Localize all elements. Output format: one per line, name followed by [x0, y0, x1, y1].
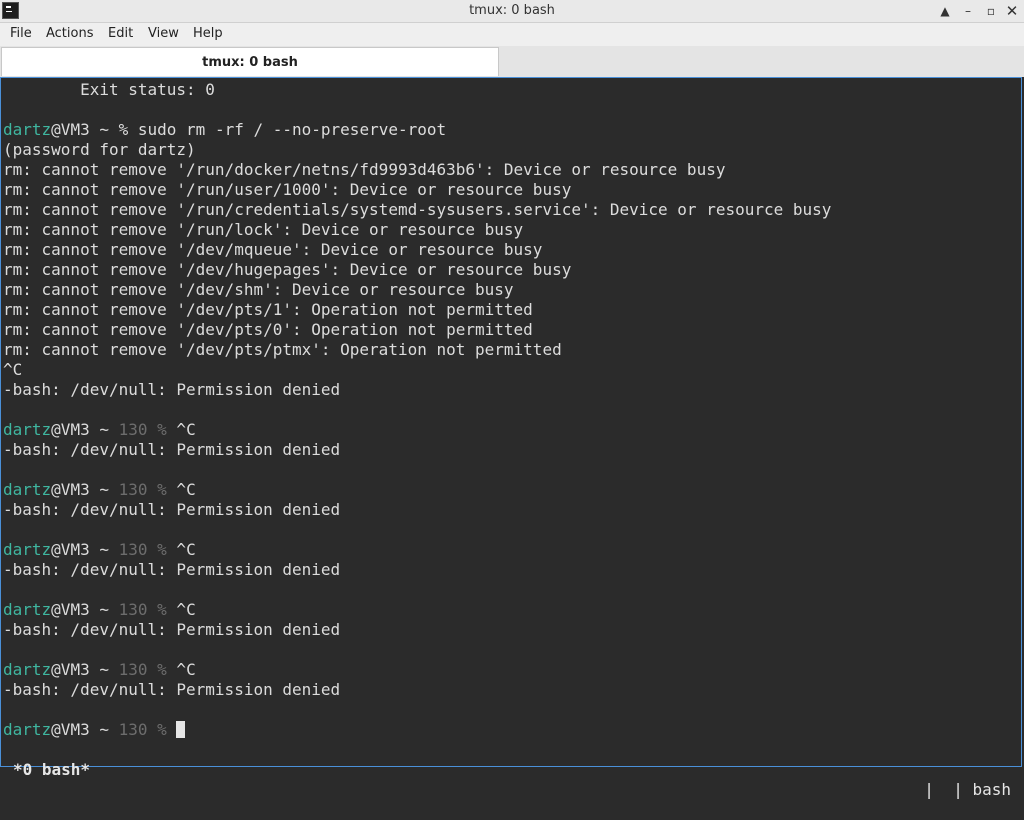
current-prompt-line[interactable]: dartz@VM3 ~ 130 %: [3, 720, 831, 740]
output-line: rm: cannot remove '/dev/pts/0': Operatio…: [3, 320, 533, 339]
exit-code: 130 %: [118, 720, 167, 739]
command-text: sudo rm -rf / --no-preserve-root: [128, 120, 447, 139]
output-line: -bash: /dev/null: Permission denied: [3, 620, 341, 639]
interrupt-text: ^C: [166, 540, 196, 559]
output-line: -bash: /dev/null: Permission denied: [3, 560, 341, 579]
prompt-host: @VM3 ~: [51, 720, 119, 739]
close-button[interactable]: ✕: [1003, 2, 1021, 20]
interrupt-text: ^C: [166, 420, 196, 439]
output-line: rm: cannot remove '/dev/shm': Device or …: [3, 280, 514, 299]
output-line: rm: cannot remove '/run/lock': Device or…: [3, 220, 524, 239]
menu-actions[interactable]: Actions: [46, 26, 94, 41]
output-line: -bash: /dev/null: Permission denied: [3, 680, 341, 699]
window-title: tmux: 0 bash: [469, 3, 555, 18]
tab-bar: tmux: 0 bash: [0, 46, 1024, 77]
prompt-host: @VM3 ~: [51, 600, 119, 619]
menu-bar: File Actions Edit View Help: [0, 23, 1024, 46]
prompt-line: dartz@VM3 ~ 130 % ^C: [3, 420, 831, 440]
terminal-output: Exit status: 0 dartz@VM3 ~ % sudo rm -rf…: [3, 80, 831, 740]
text-cursor: [176, 721, 186, 738]
keep-above-button[interactable]: ▲: [936, 2, 954, 20]
prompt-line: dartz@VM3 ~ 130 % ^C: [3, 540, 831, 560]
prompt-host: @VM3 ~: [51, 480, 119, 499]
output-line: rm: cannot remove '/run/user/1000': Devi…: [3, 180, 572, 199]
prompt-host: @VM3 ~: [51, 540, 119, 559]
output-line: -bash: /dev/null: Permission denied: [3, 380, 341, 399]
interrupt-text: ^C: [166, 600, 196, 619]
interrupt-text: ^C: [166, 660, 196, 679]
exit-code: 130 %: [118, 420, 167, 439]
terminal-view[interactable]: Exit status: 0 dartz@VM3 ~ % sudo rm -rf…: [0, 77, 1022, 799]
prompt-line: dartz@VM3 ~ % sudo rm -rf / --no-preserv…: [3, 120, 831, 140]
tab-tmux-bash[interactable]: tmux: 0 bash: [1, 47, 499, 76]
maximize-button[interactable]: ▫: [982, 2, 1000, 20]
prompt-symbol: %: [118, 120, 129, 139]
prompt-line: dartz@VM3 ~ 130 % ^C: [3, 480, 831, 500]
menu-edit[interactable]: Edit: [108, 26, 133, 41]
prompt-user: dartz: [3, 480, 52, 499]
tmux-window-label[interactable]: *0 bash*: [13, 760, 90, 780]
prompt-host: @VM3 ~: [51, 660, 119, 679]
output-line: rm: cannot remove '/run/credentials/syst…: [3, 200, 832, 219]
output-line: rm: cannot remove '/run/docker/netns/fd9…: [3, 160, 726, 179]
output-line: rm: cannot remove '/dev/hugepages': Devi…: [3, 260, 572, 279]
output-line: (password for dartz): [3, 140, 196, 159]
output-line: -bash: /dev/null: Permission denied: [3, 440, 341, 459]
output-line: ^C: [3, 360, 23, 379]
menu-view[interactable]: View: [148, 26, 179, 41]
tab-label: tmux: 0 bash: [202, 55, 298, 70]
prompt-user: dartz: [3, 420, 52, 439]
exit-status-line: Exit status: 0: [3, 80, 215, 99]
menu-file[interactable]: File: [10, 26, 32, 41]
output-line: rm: cannot remove '/dev/pts/ptmx': Opera…: [3, 340, 562, 359]
tmux-status-right: | | bash: [924, 780, 1011, 799]
prompt-host: @VM3 ~: [51, 420, 119, 439]
prompt-host: @VM3 ~: [51, 120, 119, 139]
prompt-user: dartz: [3, 720, 52, 739]
title-bar: tmux: 0 bash ▲ – ▫ ✕: [0, 0, 1024, 23]
minimize-button[interactable]: –: [959, 2, 977, 20]
exit-code: 130 %: [118, 540, 167, 559]
exit-code: 130 %: [118, 480, 167, 499]
exit-code: 130 %: [118, 600, 167, 619]
output-line: -bash: /dev/null: Permission denied: [3, 500, 341, 519]
tmux-status-bar: *0 bash* | | bash: [3, 740, 1019, 799]
prompt-line: dartz@VM3 ~ 130 % ^C: [3, 600, 831, 620]
output-line: rm: cannot remove '/dev/pts/1': Operatio…: [3, 300, 533, 319]
prompt-user: dartz: [3, 120, 52, 139]
prompt-line: dartz@VM3 ~ 130 % ^C: [3, 660, 831, 680]
menu-help[interactable]: Help: [193, 26, 223, 41]
interrupt-text: ^C: [166, 480, 196, 499]
prompt-user: dartz: [3, 540, 52, 559]
output-line: rm: cannot remove '/dev/mqueue': Device …: [3, 240, 543, 259]
prompt-user: dartz: [3, 660, 52, 679]
exit-code: 130 %: [118, 660, 167, 679]
prompt-user: dartz: [3, 600, 52, 619]
